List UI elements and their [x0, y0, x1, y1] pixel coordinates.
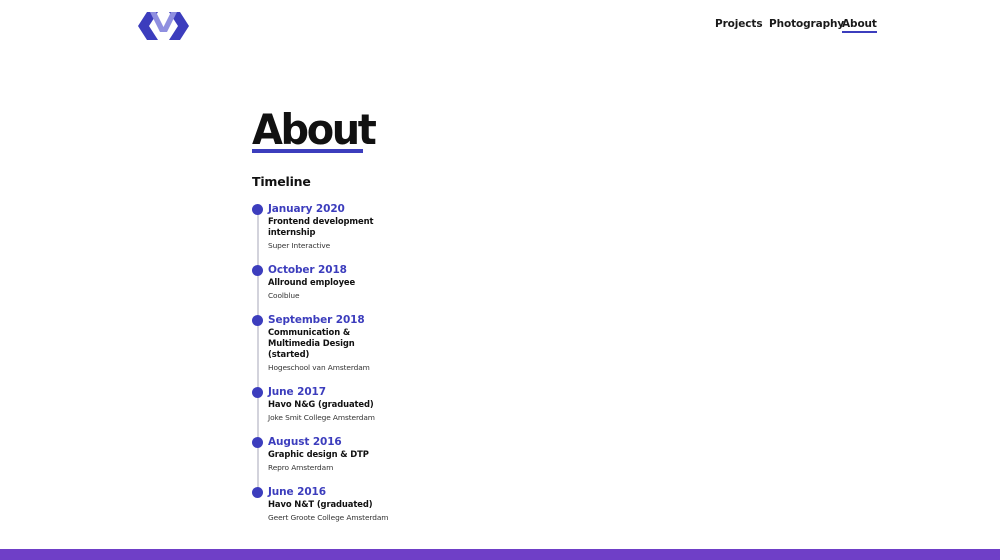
timeline-title: Frontend development internship — [268, 216, 374, 237]
timeline-item-text: August 2016 Graphic design & DTP Repro A… — [268, 435, 398, 473]
timeline-line — [257, 209, 259, 496]
timeline-date: August 2016 — [268, 436, 342, 448]
timeline-dot — [252, 265, 263, 276]
timeline-item-text: June 2017 Havo N&G (graduated) Joke Smit… — [268, 385, 398, 423]
timeline-date: June 2016 — [268, 486, 326, 498]
footer-bar — [0, 549, 1000, 560]
timeline-date: January 2020 — [268, 203, 345, 215]
timeline-date: June 2017 — [268, 386, 326, 398]
nav-link-projects[interactable]: Projects — [715, 17, 763, 31]
timeline-title: Communication & Multimedia Design (start… — [268, 327, 355, 359]
nav-link-about[interactable]: About — [842, 17, 877, 33]
timeline-title: Allround employee — [268, 277, 356, 287]
timeline-dot — [252, 315, 263, 326]
timeline-organization: Coolblue — [268, 291, 300, 300]
timeline-organization: Geert Groote College Amsterdam — [268, 513, 389, 522]
page-title-underline — [252, 149, 363, 153]
timeline-organization: Hogeschool van Amsterdam — [268, 363, 370, 372]
timeline-item-text: June 2016 Havo N&T (graduated) Geert Gro… — [268, 485, 398, 523]
timeline-dot — [252, 487, 263, 498]
timeline-date: September 2018 — [268, 314, 365, 326]
timeline-title: Havo N&T (graduated) — [268, 499, 373, 509]
timeline-dot — [252, 204, 263, 215]
timeline-heading: Timeline — [252, 174, 311, 189]
main-nav: Projects Photography About — [0, 17, 1000, 33]
timeline-item-text: September 2018 Communication & Multimedi… — [268, 313, 398, 373]
timeline-organization: Joke Smit College Amsterdam — [268, 413, 375, 422]
nav-link-about-label: About — [842, 18, 877, 30]
nav-active-underline — [842, 31, 877, 33]
timeline-organization: Super Interactive — [268, 241, 331, 250]
timeline-item-text: January 2020 Frontend development intern… — [268, 202, 398, 251]
timeline-item-text: October 2018 Allround employee Coolblue — [268, 263, 398, 301]
timeline-dot — [252, 437, 263, 448]
nav-link-photography[interactable]: Photography — [769, 17, 844, 31]
timeline-date: October 2018 — [268, 264, 347, 276]
timeline-organization: Repro Amsterdam — [268, 463, 334, 472]
timeline-title: Graphic design & DTP — [268, 449, 369, 459]
timeline-title: Havo N&G (graduated) — [268, 399, 374, 409]
timeline-dot — [252, 387, 263, 398]
